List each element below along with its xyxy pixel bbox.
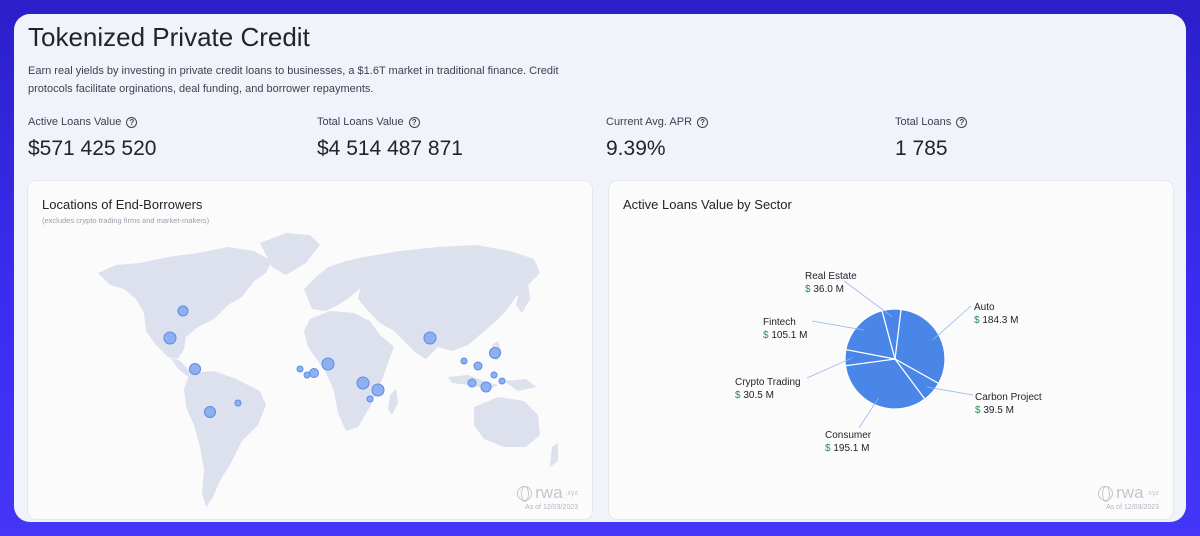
- stat-value: $571 425 520: [28, 137, 157, 160]
- watermark-brand: rwa: [535, 483, 563, 502]
- globe-icon: [1098, 485, 1114, 502]
- borrower-location-dot: [489, 347, 501, 359]
- watermark-brand: rwa: [1116, 483, 1144, 502]
- main-panel: Tokenized Private Credit Earn real yield…: [14, 14, 1186, 522]
- land-australia: [474, 397, 540, 447]
- pie-label-name: Crypto Trading: [735, 377, 801, 388]
- pie-label-crypto-trading: Crypto Trading $ 30.5 M: [735, 376, 801, 402]
- pie-leader-line: [858, 397, 879, 429]
- land-south-america: [184, 371, 266, 507]
- borrower-location-dot: [309, 368, 319, 378]
- borrower-location-dot: [204, 406, 216, 418]
- borrower-location-dot: [467, 378, 477, 388]
- land-madagascar: [388, 389, 398, 415]
- help-icon[interactable]: ?: [956, 116, 968, 128]
- stat-value: $4 514 487 871: [317, 137, 463, 160]
- borrower-location-dot: [371, 383, 385, 397]
- help-icon[interactable]: ?: [126, 116, 138, 128]
- borrower-location-dot: [480, 381, 492, 393]
- pie-leader-line: [932, 305, 972, 341]
- borrower-location-dot: [490, 371, 498, 379]
- stat-total-loans: Total Loans? 1 785: [895, 116, 968, 161]
- borrower-location-dot: [423, 331, 437, 345]
- borrower-location-dot: [163, 331, 177, 345]
- world-map: [98, 233, 558, 507]
- stat-label: Total Loans: [895, 116, 952, 128]
- stat-current-avg-apr: Current Avg. APR? 9.39%: [606, 116, 709, 161]
- land-new-guinea: [504, 379, 536, 391]
- land-new-zealand: [550, 443, 558, 467]
- pie-leader-line: [811, 320, 864, 331]
- pie-label-fintech: Fintech $ 105.1 M: [763, 316, 807, 342]
- pie-label-consumer: Consumer $ 195.1 M: [825, 429, 871, 455]
- pie-label-value: 184.3 M: [982, 315, 1019, 326]
- rwa-watermark: rwa .xyz As of 12/03/2023: [517, 483, 578, 511]
- pie-label-value: 36.0 M: [813, 284, 844, 295]
- borrower-location-dot: [177, 305, 189, 317]
- pie-label-value: 195.1 M: [833, 443, 870, 454]
- watermark-tld: .xyz: [565, 489, 578, 497]
- pie-label-name: Carbon Project: [975, 392, 1042, 403]
- borrower-location-dot: [321, 357, 335, 371]
- pie-label-real-estate: Real Estate $ 36.0 M: [805, 270, 857, 296]
- land-north-america: [98, 247, 272, 359]
- pie-label-auto: Auto $ 184.3 M: [974, 301, 1018, 327]
- stat-label: Total Loans Value: [317, 116, 404, 128]
- watermark-date: As of 12/03/2023: [1106, 504, 1159, 511]
- page-title: Tokenized Private Credit: [28, 22, 310, 52]
- stat-label: Current Avg. APR: [606, 116, 693, 128]
- sector-pie-chart: [806, 280, 974, 429]
- rwa-watermark: rwa .xyz As of 12/03/2023: [1098, 483, 1159, 511]
- watermark-tld: .xyz: [1146, 489, 1159, 497]
- borrower-location-dot: [356, 376, 370, 390]
- borrower-location-dot: [460, 357, 468, 365]
- borrower-location-dot: [189, 363, 201, 375]
- borrower-location-dot: [366, 395, 374, 403]
- pie-label-value: 39.5 M: [983, 405, 1014, 416]
- help-icon[interactable]: ?: [697, 116, 709, 128]
- land-greenland: [260, 233, 320, 275]
- borrower-location-dot: [234, 399, 242, 407]
- page-description: Earn real yields by investing in private…: [28, 65, 559, 95]
- stat-value: 1 785: [895, 137, 948, 160]
- watermark-date: As of 12/03/2023: [525, 504, 578, 511]
- borrower-location-dot: [473, 361, 483, 371]
- help-icon[interactable]: ?: [408, 116, 420, 128]
- borrower-map-card: Locations of End-Borrowers (excludes cry…: [28, 181, 592, 519]
- borrower-location-dot: [498, 377, 506, 385]
- pie-label-name: Consumer: [825, 430, 872, 441]
- globe-icon: [517, 485, 533, 502]
- pie-label-value: 105.1 M: [771, 330, 808, 341]
- stat-active-loans-value: Active Loans Value? $571 425 520: [28, 116, 156, 161]
- pie-label-carbon-project: Carbon Project $ 39.5 M: [975, 391, 1042, 417]
- sector-chart-card: Active Loans Value by Sector Auto $ 184.3…: [609, 181, 1173, 519]
- stat-label: Active Loans Value: [28, 116, 122, 128]
- pie-label-name: Auto: [974, 302, 995, 313]
- pie-label-name: Real Estate: [805, 271, 857, 282]
- stat-total-loans-value: Total Loans Value? $4 514 487 871: [317, 116, 463, 161]
- pie-label-value: 30.5 M: [743, 390, 774, 401]
- borrower-location-dot: [296, 365, 304, 373]
- pie-label-name: Fintech: [763, 317, 796, 328]
- stat-value: 9.39%: [606, 137, 666, 160]
